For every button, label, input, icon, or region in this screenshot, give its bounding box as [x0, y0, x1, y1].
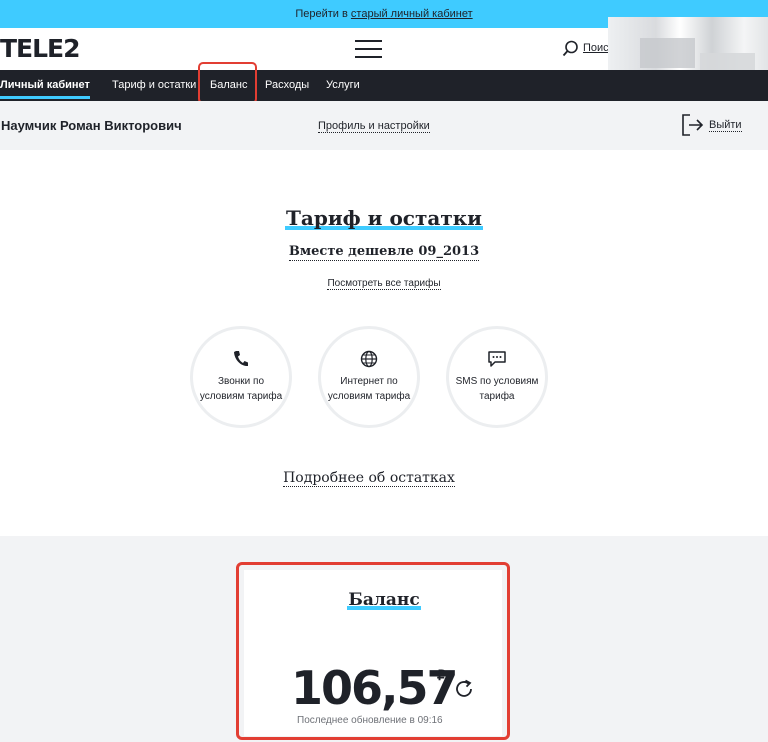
profile-bar: Наумчик Роман Викторович Профиль и настр…	[0, 101, 768, 150]
banner-text: Перейти в	[295, 8, 348, 20]
menu-icon[interactable]	[355, 40, 382, 58]
calls-text: Звонки по условиям тарифа	[199, 376, 283, 402]
refresh-icon[interactable]	[453, 678, 475, 700]
balance-title: Баланс	[0, 590, 768, 610]
header: TELE2 Поиск	[0, 17, 768, 77]
internet-remainder[interactable]: Интернет по условиям тарифа	[318, 326, 420, 428]
nav-item-tariff[interactable]: Тариф и остатки	[112, 70, 196, 101]
tele2-logo[interactable]: TELE2	[0, 34, 81, 63]
nav-item-expenses[interactable]: Расходы	[265, 70, 309, 101]
nav-item-services[interactable]: Услуги	[326, 70, 360, 101]
logout-label: Выйти	[709, 118, 742, 132]
tariff-title-text: Тариф и остатки	[286, 206, 482, 230]
main-nav: Личный кабинет Тариф и остатки Баланс Ра…	[0, 70, 768, 101]
old-cabinet-link[interactable]: старый личный кабинет	[351, 8, 473, 20]
more-remainders-link[interactable]: Подробнее об остатках	[283, 470, 455, 487]
sms-text: SMS по условиям тарифа	[455, 376, 539, 402]
calls-remainder[interactable]: Звонки по условиям тарифа	[190, 326, 292, 428]
last-update-text: Последнее обновление в 09:16	[297, 715, 443, 726]
sms-remainder[interactable]: SMS по условиям тарифа	[446, 326, 548, 428]
currency-sign: ₽	[437, 667, 446, 683]
tariff-section-title: Тариф и остатки	[0, 206, 768, 230]
blurred-patch	[640, 38, 695, 68]
more-remainders-row: Подробнее об остатках	[0, 469, 738, 487]
internet-text: Интернет по условиям тарифа	[327, 376, 411, 402]
chat-icon	[488, 351, 506, 367]
globe-icon	[360, 350, 378, 368]
search-button[interactable]: Поиск	[562, 38, 613, 58]
nav-item-personal-cabinet[interactable]: Личный кабинет	[0, 70, 90, 101]
tariff-name-text: Вместе дешевле 09_2013	[288, 244, 480, 261]
logout-icon	[682, 114, 704, 136]
nav-item-balance[interactable]: Баланс	[210, 70, 247, 101]
all-tariffs-link[interactable]: Посмотреть все тарифы	[327, 278, 441, 290]
all-tariffs-row: Посмотреть все тарифы	[0, 273, 768, 291]
balance-amount: 106,57	[291, 661, 459, 715]
tariff-name: Вместе дешевле 09_2013	[0, 242, 768, 261]
profile-settings-link[interactable]: Профиль и настройки	[318, 120, 430, 133]
search-icon	[562, 40, 578, 56]
user-name: Наумчик Роман Викторович	[1, 118, 182, 133]
logout-button[interactable]: Выйти	[681, 114, 742, 136]
phone-icon	[234, 351, 248, 367]
balance-title-text: Баланс	[348, 590, 420, 610]
